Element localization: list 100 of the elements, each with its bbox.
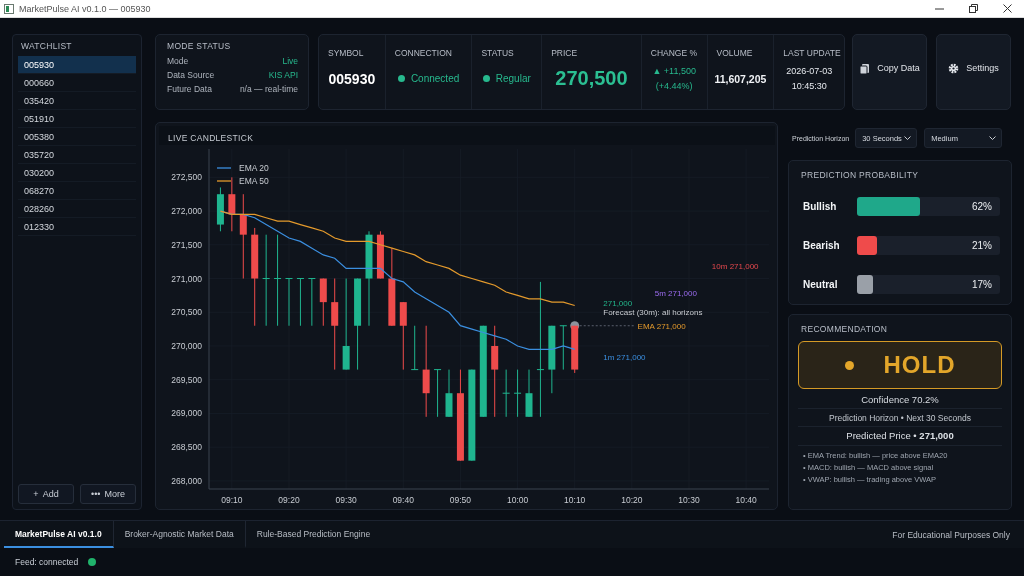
update-date: 2026-07-03 [786,64,833,78]
watchlist-item[interactable]: 035720 [18,146,136,164]
copy-button[interactable]: Copy Data [852,34,927,110]
watchlist-item[interactable]: 005930 [18,56,136,74]
candlestick [525,369,533,418]
probability-value: 21% [972,240,992,251]
panel-title: RECOMMENDATION [800,324,889,336]
axis-label: 271,000 [171,273,202,284]
probability-value: 17% [972,279,992,290]
signal-badge: HOLD [798,341,1002,389]
watchlist-item[interactable]: 030200 [18,164,136,182]
axis-label: 10:00 [506,495,529,505]
field-label: Mode [167,56,189,66]
axis-label: 09:50 [449,495,472,505]
watchlist-button[interactable]: + Add [18,484,74,504]
signal-dot [844,360,854,370]
chevron-icon [904,136,912,140]
axis-label: 272,500 [171,172,202,183]
predicted-price: Predicted Price • 271,000 [798,427,1002,446]
horizon-text: Prediction Horizon • Next 30 Seconds [798,409,1002,427]
axis-label: 269,500 [171,374,202,385]
status-value: Regular [495,73,531,84]
chevron-icon [989,136,997,140]
forecast-label: 1m 271,000 [603,352,646,362]
axis-label: 272,000 [171,206,202,217]
footer-tab[interactable]: Rule-Based Prediction Engine [245,521,382,548]
legend-label: EMA 20 [239,163,269,173]
candlestick [571,325,579,374]
axis-label: 271,500 [171,239,202,250]
stat-label: STATUS [480,48,514,58]
window-title: MarketPulse AI v0.1.0 — 005930 [19,3,151,14]
axis-label: 09:10 [221,495,243,505]
forecast-label: 271,000 [603,299,633,309]
panel-title: LIVE CANDLESTICK [159,126,775,145]
candlestick [319,278,327,327]
stat-label: LAST UPDATE [782,48,841,58]
watchlist-item[interactable]: 035420 [18,92,136,110]
watchlist-item[interactable]: 051910 [18,110,136,128]
stat-label: SYMBOL [327,48,364,58]
field-label: Future Data [167,84,212,94]
candlestick [559,325,567,371]
change-value: ▲ +11,500 [652,64,696,78]
leader-line [579,325,636,327]
axis-label: 09:20 [278,495,300,505]
forecast-label: EMA 271,000 [637,322,686,332]
field-value: KIS API [268,70,298,80]
panel-title: MODE STATUS [167,41,232,52]
axis-label: 09:30 [335,495,357,505]
watchlist-item[interactable]: 012330 [18,218,136,236]
watchlist-item[interactable]: 028260 [18,200,136,218]
candlestick [376,230,384,279]
candlestick [285,278,293,327]
axis-label: 270,000 [171,341,202,351]
probability-label: Neutral [802,279,839,290]
probability-label: Bearish [802,240,841,251]
forecast-label: 5m 271,000 [654,289,697,299]
candlestick [445,369,453,418]
candlestick [502,369,510,418]
axis-label: 268,500 [171,442,202,453]
watchlist-item[interactable]: 068270 [18,182,136,200]
watchlist-button[interactable]: ••• More [80,484,136,504]
volume-value: 11,607,205 [714,72,767,85]
candlestick [548,325,556,394]
candlestick [399,301,407,371]
axis-label: 10:30 [678,495,700,505]
stat-label: CHANGE % [649,48,698,58]
candlestick [228,176,236,232]
probability-value: 62% [972,201,992,212]
axis-label: 10:20 [621,495,643,505]
confidence-text: Confidence 70.2% [798,389,1002,409]
update-time: 10:45:30 [791,79,827,93]
price-value: 270,500 [555,67,628,90]
footer-note: For Educational Purposes Only [892,528,1011,542]
settings-button[interactable]: Settings [936,34,1011,110]
forecast-label: Forecast (30m): all horizons [603,308,703,318]
clipboard-icon [859,62,871,74]
axis-label: 269,000 [171,408,202,419]
candlestick [411,325,419,371]
candlestick [296,278,304,327]
axis-label: 10:10 [564,495,586,505]
status-dot [482,75,490,82]
legend-label: EMA 50 [239,176,269,186]
stat-label: CONNECTION [393,48,452,58]
restore-icon[interactable] [968,4,978,13]
legend-line [216,167,232,169]
watchlist-item[interactable]: 000660 [18,74,136,92]
stat-label: PRICE [550,48,578,58]
candlestick [434,369,442,418]
change-percent: (+4.44%) [655,79,693,93]
field-label: Data Source [167,70,215,80]
status-value: Connected [410,73,460,84]
field-value: Live [282,56,298,66]
panel-title: WATCHLIST [20,41,73,53]
close-icon[interactable] [1002,4,1012,13]
candlestick [308,278,316,327]
watchlist-item[interactable]: 005380 [18,128,136,146]
probability-label: Bullish [802,201,838,212]
legend-line [216,180,232,182]
stat-label: VOLUME [715,48,753,58]
forecast-label: 10m 271,000 [711,262,759,272]
